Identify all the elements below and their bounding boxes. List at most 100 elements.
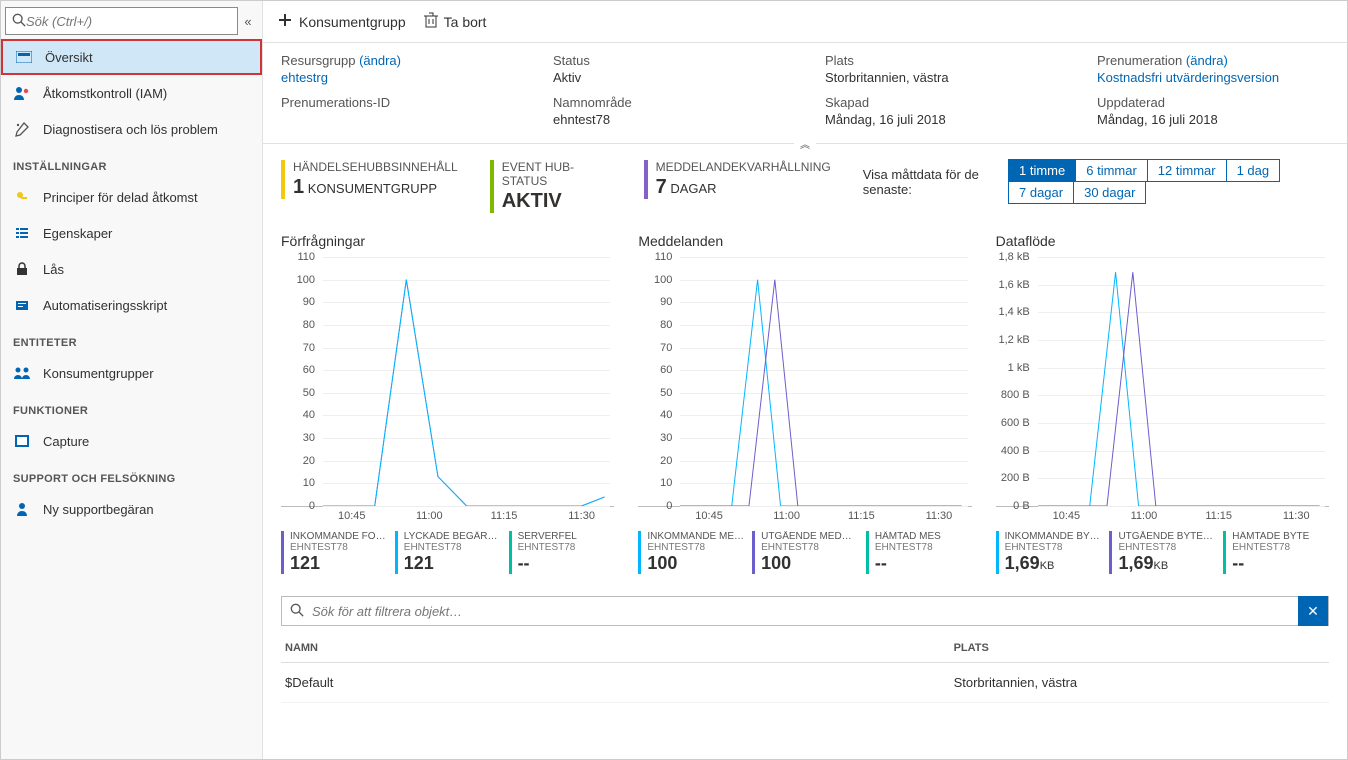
sidebar-search[interactable]: [5, 7, 238, 35]
sidebar-item-label: Egenskaper: [43, 226, 112, 241]
sidebar-item-lock[interactable]: Lås: [1, 251, 262, 287]
rg-label: Resursgrupp: [281, 53, 355, 68]
rg-value[interactable]: ehtestrg: [281, 70, 513, 85]
diagnose-icon: [13, 120, 31, 138]
section-functions: FUNKTIONER: [1, 391, 262, 423]
sidebar-item-properties[interactable]: Egenskaper: [1, 215, 262, 251]
subid-label: Prenumerations-ID: [281, 95, 513, 110]
sub-change[interactable]: (ändra): [1186, 53, 1228, 68]
filter-objects[interactable]: ✕: [281, 596, 1329, 626]
sub-label: Prenumeration: [1097, 53, 1182, 68]
filter-input[interactable]: [312, 604, 1298, 619]
created-label: Skapad: [825, 95, 1057, 110]
loc-label: Plats: [825, 53, 1057, 68]
capture-icon: [13, 432, 31, 450]
time-filter: Visa måttdata för de senaste: 1 timme6 t…: [863, 160, 1329, 204]
hub-content-card: HÄNDELSEHUBBSINNEHÅLL 1 KONSUMENTGRUPP: [281, 160, 458, 199]
loc-value: Storbritannien, västra: [825, 70, 1057, 85]
time-filter-12-timmar[interactable]: 12 timmar: [1147, 159, 1227, 182]
sidebar-item-label: Översikt: [45, 50, 93, 65]
time-filter-6-timmar[interactable]: 6 timmar: [1075, 159, 1148, 182]
key-icon: [13, 188, 31, 206]
chart-title: Dataflöde: [996, 233, 1329, 249]
legend-item: INKOMMANDE MED…EHNTEST78100: [638, 531, 744, 574]
collapse-props-icon[interactable]: ︽: [794, 136, 816, 151]
created-value: Måndag, 16 juli 2018: [825, 112, 1057, 127]
iam-icon: [13, 84, 31, 102]
support-icon: [13, 500, 31, 518]
time-filter-buttons: 1 timme6 timmar12 timmar1 dag 7 dagar30 d…: [1009, 160, 1329, 204]
sidebar-item-new-request[interactable]: Ny supportbegäran: [1, 491, 262, 527]
legend-item: LYCKADE BEGÄRANDENEHNTEST78121: [395, 531, 501, 574]
lock-icon: [13, 260, 31, 278]
sidebar-item-label: Diagnostisera och lös problem: [43, 122, 218, 137]
chart-legend: INKOMMANDE MED…EHNTEST78100UTGÅENDE MEDD…: [638, 531, 971, 574]
sidebar-item-consumer-groups[interactable]: Konsumentgrupper: [1, 355, 262, 391]
retention-card: MEDDELANDEKVARHÅLLNING 7 DAGAR: [644, 160, 831, 199]
search-icon: [282, 603, 312, 620]
col-name-header[interactable]: NAMN: [285, 642, 954, 654]
clear-filter-button[interactable]: ✕: [1298, 596, 1328, 626]
time-filter-30-dagar[interactable]: 30 dagar: [1073, 181, 1146, 204]
trash-icon: [424, 12, 438, 31]
time-filter-1-timme[interactable]: 1 timme: [1008, 159, 1076, 182]
card-label: MEDDELANDEKVARHÅLLNING: [656, 160, 831, 174]
sidebar-collapse[interactable]: «: [238, 14, 258, 29]
legend-item: HÄMTAD MESEHNTEST78--: [866, 531, 972, 574]
automation-icon: [13, 296, 31, 314]
sidebar-item-iam[interactable]: Åtkomstkontroll (IAM): [1, 75, 262, 111]
sidebar-item-shared-access[interactable]: Principer för delad åtkomst: [1, 179, 262, 215]
button-label: Konsumentgrupp: [299, 14, 406, 30]
time-filter-1-dag[interactable]: 1 dag: [1226, 159, 1281, 182]
chart-Dataflöde[interactable]: Dataflöde0 B200 B400 B600 B800 B1 kB1,2 …: [996, 233, 1329, 574]
col-loc-header[interactable]: PLATS: [954, 642, 1325, 654]
sidebar-item-label: Lås: [43, 262, 64, 277]
consumer-group-table: NAMN PLATS $DefaultStorbritannien, västr…: [281, 634, 1329, 703]
chart-Förfrågningar[interactable]: Förfrågningar 010203040506070809010011010…: [281, 233, 614, 574]
sidebar-item-label: Åtkomstkontroll (IAM): [43, 86, 167, 101]
sidebar-item-capture[interactable]: Capture: [1, 423, 262, 459]
card-value: 1: [293, 176, 304, 198]
ns-label: Namnområde: [553, 95, 785, 110]
legend-item: SERVERFELEHNTEST78--: [509, 531, 615, 574]
card-value: 7: [656, 176, 667, 198]
sub-value[interactable]: Kostnadsfri utvärderingsversion: [1097, 70, 1329, 85]
delete-button[interactable]: Ta bort: [424, 12, 487, 31]
toolbar: Konsumentgrupp Ta bort: [263, 1, 1347, 43]
plot: 010203040506070809010011010:4511:0011:15…: [281, 257, 614, 507]
rg-change[interactable]: (ändra): [359, 53, 401, 68]
add-consumer-group-button[interactable]: Konsumentgrupp: [277, 12, 406, 31]
table-row[interactable]: $DefaultStorbritannien, västra: [281, 663, 1329, 703]
search-icon: [12, 13, 26, 30]
chart-title: Meddelanden: [638, 233, 971, 249]
time-filter-label: Visa måttdata för de senaste:: [863, 167, 997, 197]
sidebar-search-input[interactable]: [26, 14, 231, 29]
legend-item: INKOMMANDE FORF…EHNTEST78121: [281, 531, 387, 574]
updated-value: Måndag, 16 juli 2018: [1097, 112, 1329, 127]
sidebar-item-automation[interactable]: Automatiseringsskript: [1, 287, 262, 323]
status-value: Aktiv: [553, 70, 785, 85]
consumer-groups-icon: [13, 364, 31, 382]
sidebar-item-diagnose[interactable]: Diagnostisera och lös problem: [1, 111, 262, 147]
card-unit: DAGAR: [670, 181, 716, 196]
sidebar-item-label: Ny supportbegäran: [43, 502, 154, 517]
card-unit: KONSUMENTGRUPP: [308, 181, 437, 196]
plus-icon: [277, 12, 293, 31]
time-filter-7-dagar[interactable]: 7 dagar: [1008, 181, 1074, 204]
charts-row: Förfrågningar 010203040506070809010011010…: [263, 229, 1347, 574]
ns-value: ehntest78: [553, 112, 785, 127]
sidebar-item-label: Capture: [43, 434, 89, 449]
legend-item: UTGÅENDE MEDD…EHNTEST78100: [752, 531, 858, 574]
legend-item: INKOMMANDE BYTE (…EHNTEST781,69KB: [996, 531, 1102, 574]
hub-status-card: EVENT HUB-STATUS AKTIV: [490, 160, 612, 213]
main: Konsumentgrupp Ta bort Resursgrupp (ändr…: [263, 1, 1347, 759]
chart-title: Förfrågningar: [281, 233, 614, 249]
card-value: AKTIV: [502, 190, 562, 212]
chart-Meddelanden[interactable]: Meddelanden010203040506070809010011010:4…: [638, 233, 971, 574]
legend-item: HÄMTADE BYTEEHNTEST78--: [1223, 531, 1329, 574]
chart-legend: INKOMMANDE BYTE (…EHNTEST781,69KBUTGÅEND…: [996, 531, 1329, 574]
sidebar-item-overview[interactable]: Översikt: [1, 39, 262, 75]
sidebar: « Översikt Åtkomstkontroll (IAM) Diagnos…: [1, 1, 263, 759]
overview-icon: [15, 48, 33, 66]
legend-item: UTGÅENDE BYTE (…EHNTEST781,69KB: [1109, 531, 1215, 574]
